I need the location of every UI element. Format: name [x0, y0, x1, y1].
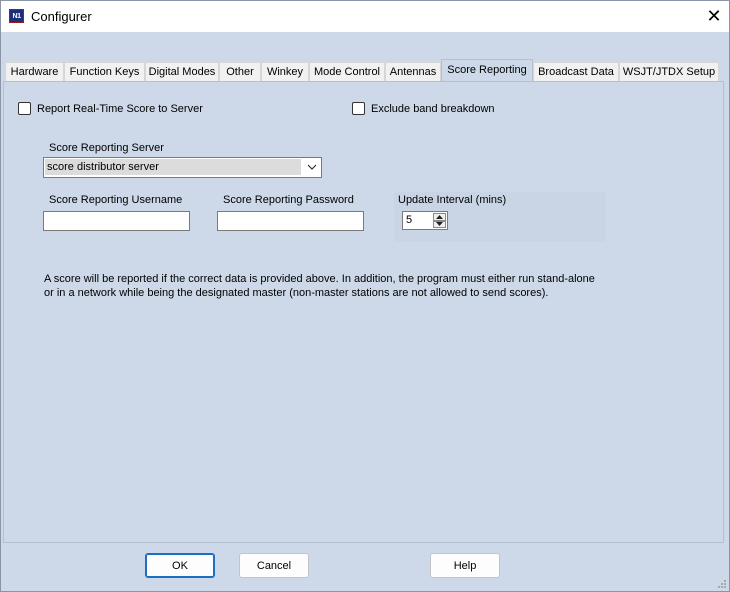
password-label: Score Reporting Password	[223, 194, 354, 206]
close-icon: ✕	[706, 6, 722, 26]
configurer-window: N1 Configurer ✕ Hardware Function Keys D…	[0, 0, 730, 592]
report-score-option[interactable]: Report Real-Time Score to Server	[18, 102, 203, 115]
spin-buttons	[433, 213, 446, 228]
triangle-up-icon	[436, 214, 443, 219]
help-button[interactable]: Help	[430, 553, 500, 578]
server-selected-value: score distributor server	[45, 159, 301, 175]
interval-value: 5	[406, 214, 413, 226]
chevron-down-icon	[307, 164, 317, 170]
username-label: Score Reporting Username	[49, 194, 183, 206]
ok-button[interactable]: OK	[145, 553, 215, 578]
tab-strip: Hardware Function Keys Digital Modes Oth…	[3, 59, 727, 81]
close-button[interactable]: ✕	[699, 1, 729, 32]
username-input[interactable]	[43, 211, 190, 231]
tab-mode-control[interactable]: Mode Control	[309, 62, 385, 81]
report-score-label: Report Real-Time Score to Server	[37, 102, 203, 115]
spin-down-button[interactable]	[433, 220, 446, 228]
spin-up-button[interactable]	[433, 213, 446, 221]
interval-label: Update Interval (mins)	[398, 194, 507, 206]
exclude-band-label: Exclude band breakdown	[371, 102, 495, 115]
tab-antennas[interactable]: Antennas	[385, 62, 441, 81]
exclude-band-option[interactable]: Exclude band breakdown	[352, 102, 495, 115]
app-logo-icon: N1	[9, 9, 24, 23]
info-text: A score will be reported if the correct …	[44, 273, 595, 299]
cancel-button[interactable]: Cancel	[239, 553, 309, 578]
resize-grip-icon[interactable]	[717, 579, 727, 589]
report-score-checkbox[interactable]	[18, 102, 31, 115]
interval-spinner[interactable]: 5	[402, 211, 448, 230]
tab-function-keys[interactable]: Function Keys	[64, 62, 145, 81]
server-label: Score Reporting Server	[49, 142, 164, 154]
tab-hardware[interactable]: Hardware	[5, 62, 64, 81]
tab-wsjt-jtdx-setup[interactable]: WSJT/JTDX Setup	[619, 62, 719, 81]
tab-score-reporting[interactable]: Score Reporting	[441, 59, 533, 81]
tab-other[interactable]: Other	[219, 62, 261, 81]
window-title: Configurer	[31, 9, 92, 24]
server-select[interactable]: score distributor server	[43, 157, 322, 178]
triangle-down-icon	[436, 222, 443, 227]
tab-winkey[interactable]: Winkey	[261, 62, 309, 81]
tab-digital-modes[interactable]: Digital Modes	[145, 62, 219, 81]
exclude-band-checkbox[interactable]	[352, 102, 365, 115]
title-bar: N1 Configurer ✕	[1, 1, 729, 32]
score-reporting-panel: Report Real-Time Score to Server Exclude…	[3, 81, 724, 543]
password-input[interactable]	[217, 211, 364, 231]
tab-broadcast-data[interactable]: Broadcast Data	[533, 62, 619, 81]
